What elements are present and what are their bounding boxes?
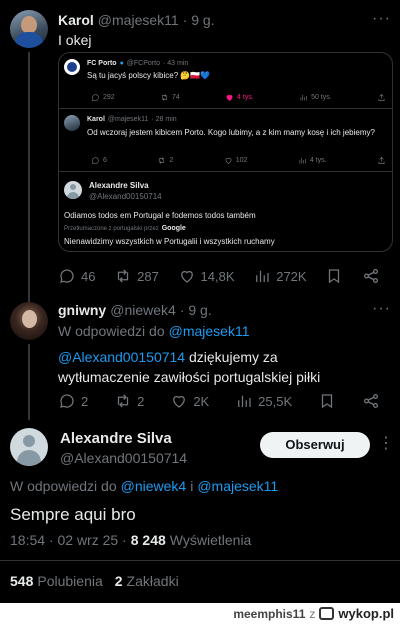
footer-site: wykop.pl <box>338 606 394 621</box>
wykop-logo-icon <box>319 607 335 620</box>
google-logo: Google <box>161 225 186 232</box>
karol-reply-text: Od wczoraj jestem kibicem Porto. Kogo lu… <box>87 128 375 137</box>
bookmarks-label[interactable]: Zakładki <box>127 573 179 589</box>
likes-label[interactable]: Polubienia <box>37 573 102 589</box>
views-count: 8 248 <box>130 532 166 548</box>
fcporto-text: Są tu jacyś polscy kibice? 🤔🇵🇱💙 <box>87 71 211 80</box>
share-icon[interactable] <box>362 392 380 410</box>
more-options-icon[interactable]: ··· <box>372 10 391 28</box>
reply-button[interactable]: 46 <box>58 267 95 285</box>
mini-reply-stat: 292 <box>91 93 115 102</box>
verified-icon: ● <box>119 60 124 67</box>
avatar-karol[interactable] <box>10 10 48 48</box>
author-name[interactable]: gniwny <box>58 302 106 318</box>
tweet-text: I okej <box>58 32 92 48</box>
thread-line <box>28 344 30 420</box>
tweet-time[interactable]: · 9 g. <box>183 12 215 28</box>
quote-card[interactable]: FC Porto ● @FCPorto · 43 min Są tu jacyś… <box>58 52 393 252</box>
reply-and: i <box>190 478 194 494</box>
retweet-button[interactable]: 2 <box>114 392 144 410</box>
silva-handle-small: @Alexand00150714 <box>89 192 162 201</box>
karol-reply-handle: @majesek11 <box>107 116 149 123</box>
bookmark-icon[interactable] <box>318 392 336 410</box>
translated-label: Przetłumaczone z portugalski przez <box>64 225 159 232</box>
avatar-fcporto <box>64 59 80 75</box>
likes-count[interactable]: 548 <box>10 573 33 589</box>
tweet-text-line2: wytłumaczenie zawiłości portugalskiej pi… <box>58 369 321 385</box>
mini-retweet-stat: 2 <box>157 156 173 165</box>
mini-retweet-stat: 74 <box>160 93 180 102</box>
views-label: Wyświetlenia <box>169 532 252 548</box>
author-name[interactable]: Karol <box>58 12 94 28</box>
more-options-icon[interactable]: ··· <box>372 300 391 318</box>
tweet-text: dziękujemy za <box>185 349 278 365</box>
silva-name-small: Alexandre Silva <box>89 181 149 190</box>
author-handle[interactable]: @niewek4 <box>110 302 176 318</box>
like-button[interactable]: 2K <box>170 392 209 410</box>
tweet-time[interactable]: · 9 g. <box>180 302 212 318</box>
views-button[interactable]: 272K <box>253 267 307 285</box>
author-handle[interactable]: @Alexand00150714 <box>60 450 187 466</box>
divider <box>0 560 400 561</box>
mini-views-stat: 50 tys. <box>299 93 332 102</box>
mini-views-stat: 4 tys. <box>298 156 327 165</box>
avatar-karol-small <box>64 115 80 131</box>
views-button[interactable]: 25,5K <box>235 392 292 410</box>
fcporto-time: · 43 min <box>162 60 189 67</box>
reply-button[interactable]: 2 <box>58 392 88 410</box>
karol-reply-name: Karol <box>87 116 105 123</box>
avatar-silva-small <box>64 181 82 199</box>
mini-reply-stat: 6 <box>91 156 107 165</box>
share-icon[interactable] <box>362 267 380 285</box>
timestamp[interactable]: 18:54 · 02 wrz 25 · <box>10 532 127 548</box>
footer-separator: z <box>309 606 316 621</box>
fcporto-name: FC Porto <box>87 60 117 67</box>
author-name[interactable]: Alexandre Silva <box>60 430 172 447</box>
reply-prefix: W odpowiedzi do <box>10 478 117 494</box>
reply-to-link[interactable]: @majesek11 <box>197 478 278 494</box>
mini-like-stat: 4 tys. <box>225 93 254 102</box>
karol-reply-time: · 28 min <box>151 116 177 123</box>
thread-line <box>28 52 30 302</box>
avatar-silva[interactable] <box>10 428 48 466</box>
author-handle[interactable]: @majesek11 <box>98 12 179 28</box>
mention-link[interactable]: @Alexand00150714 <box>58 349 185 365</box>
tweet-text: Sempre aqui bro <box>10 505 136 524</box>
like-button[interactable]: 14,8K <box>178 267 235 285</box>
reply-prefix: W odpowiedzi do <box>58 323 165 339</box>
footer-user: meemphis11 <box>233 606 306 621</box>
watermark-footer: meemphis11 z wykop.pl <box>0 603 400 624</box>
more-options-icon[interactable]: ⋮ <box>378 433 394 453</box>
retweet-button[interactable]: 287 <box>114 267 159 285</box>
bookmarks-count[interactable]: 2 <box>115 573 123 589</box>
fcporto-handle: @FCPorto <box>126 60 160 67</box>
mini-share-icon <box>377 156 386 165</box>
avatar-gniwny[interactable] <box>10 302 48 340</box>
silva-translation: Nienawidzimy wszystkich w Portugalii i w… <box>64 237 275 246</box>
reply-to-link[interactable]: @majesek11 <box>169 323 250 339</box>
silva-original-text: Odiamos todos em Portugal e fodemos todo… <box>64 211 256 220</box>
bookmark-icon[interactable] <box>325 267 343 285</box>
follow-button[interactable]: Obserwuj <box>260 432 370 458</box>
reply-to-link[interactable]: @niewek4 <box>121 478 187 494</box>
mini-share-icon <box>377 93 386 102</box>
mini-like-stat: 102 <box>224 156 247 165</box>
